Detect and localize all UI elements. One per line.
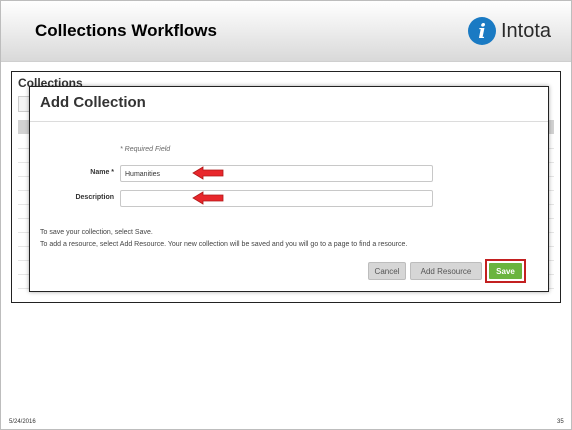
brand-logo: i Intota xyxy=(468,16,551,46)
add-resource-button[interactable]: Add Resource xyxy=(410,262,482,280)
slide-title: Collections Workflows xyxy=(35,21,217,40)
add-collection-dialog: Add Collection * Required Field Name * H… xyxy=(29,86,549,292)
slide-header: Collections Workflows i Intota xyxy=(1,1,571,62)
description-label: Description xyxy=(75,194,114,201)
embedded-screenshot: Collections Add Collection * Required Fi… xyxy=(11,71,561,303)
dialog-title: Add Collection xyxy=(40,94,146,111)
description-input[interactable] xyxy=(120,190,433,207)
add-resource-instruction: To add a resource, select Add Resource. … xyxy=(40,241,408,248)
page-number: 35 xyxy=(557,419,564,425)
red-left-arrow-icon xyxy=(192,191,224,205)
name-input[interactable]: Humanities xyxy=(120,165,433,182)
name-label: Name * xyxy=(90,169,114,176)
save-button[interactable]: Save xyxy=(489,263,522,279)
logo-text: Intota xyxy=(501,19,552,42)
slide: Collections Workflows i Intota Collectio… xyxy=(0,0,572,430)
save-highlight-box: Save xyxy=(485,259,526,283)
dialog-divider xyxy=(30,121,548,122)
info-i-logo-icon: i xyxy=(468,17,496,45)
red-left-arrow-icon xyxy=(192,166,224,180)
footer-date: 5/24/2016 xyxy=(9,419,36,425)
required-field-note: * Required Field xyxy=(120,146,171,153)
cancel-button[interactable]: Cancel xyxy=(368,262,406,280)
save-instruction: To save your collection, select Save. xyxy=(40,229,153,236)
